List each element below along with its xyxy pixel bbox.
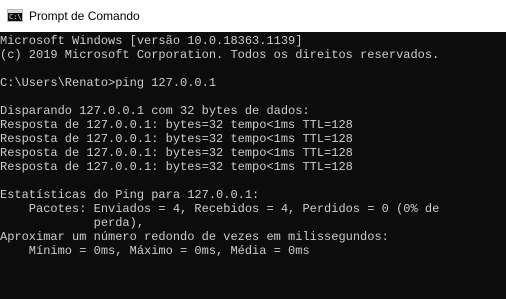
cmd-icon-prompt: C:\: [9, 13, 22, 21]
console-line: Pacotes: Enviados = 4, Recebidos = 4, Pe…: [0, 202, 440, 216]
console-line: Resposta de 127.0.0.1: bytes=32 tempo<1m…: [0, 160, 353, 174]
console-line: Estatísticas do Ping para 127.0.0.1:: [0, 188, 260, 202]
console-line: Aproximar um número redondo de vezes em …: [0, 230, 389, 244]
console-text: Microsoft Windows [versão 10.0.18363.113…: [0, 32, 506, 258]
console-line: Microsoft Windows [versão 10.0.18363.113…: [0, 34, 303, 48]
window-title: Prompt de Comando: [29, 9, 140, 23]
console-line: perda),: [0, 216, 145, 230]
console-line: Resposta de 127.0.0.1: bytes=32 tempo<1m…: [0, 132, 353, 146]
console-line: (c) 2019 Microsoft Corporation. Todos os…: [0, 48, 440, 62]
command-prompt-window: C:\ Prompt de Comando Microsoft Windows …: [0, 0, 506, 299]
title-bar[interactable]: C:\ Prompt de Comando: [0, 0, 506, 32]
console-line: Mínimo = 0ms, Máximo = 0ms, Média = 0ms: [0, 244, 310, 258]
console-line: Disparando 127.0.0.1 com 32 bytes de dad…: [0, 104, 310, 118]
cmd-icon[interactable]: C:\: [7, 9, 23, 22]
console-output[interactable]: Microsoft Windows [versão 10.0.18363.113…: [0, 32, 506, 299]
console-line: C:\Users\Renato>ping 127.0.0.1: [0, 76, 217, 90]
console-line: Resposta de 127.0.0.1: bytes=32 tempo<1m…: [0, 146, 353, 160]
console-line: Resposta de 127.0.0.1: bytes=32 tempo<1m…: [0, 118, 353, 132]
